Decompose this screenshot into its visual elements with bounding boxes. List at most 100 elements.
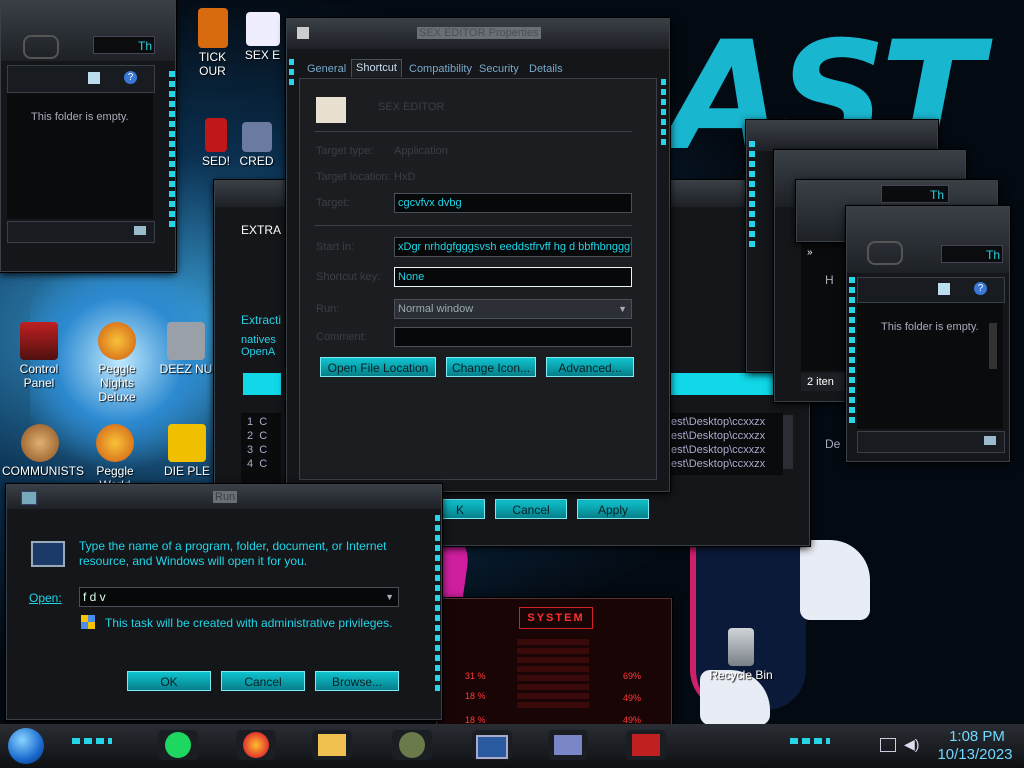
desktop-icon[interactable]: Peggle Nights Deluxe [82, 322, 152, 404]
window-title: SEX EDITOR Properties [417, 27, 541, 39]
comment-field[interactable] [394, 327, 632, 347]
list-item[interactable]: 4 C [247, 457, 275, 471]
vlc-icon [197, 8, 228, 48]
properties-window[interactable]: SEX EDITOR Properties General Shortcut C… [286, 18, 670, 492]
tab-compatibility[interactable]: Compatibility [405, 61, 476, 78]
ok-button[interactable]: K [435, 499, 485, 519]
tab-general[interactable]: General [303, 61, 350, 78]
run-title-icon [21, 491, 37, 505]
address-text: Th [138, 39, 153, 53]
desktop-icon[interactable]: SEX E [240, 12, 285, 62]
desktop-icon[interactable]: Peggle World [80, 424, 150, 492]
apply-button[interactable]: Apply [577, 499, 649, 519]
file-list[interactable]: 1 C 2 C 3 C 4 C [241, 413, 281, 485]
taskbar-app[interactable] [392, 730, 432, 760]
app-icon [241, 122, 272, 152]
title-bar[interactable]: Run [7, 485, 441, 509]
run-program-icon [31, 541, 65, 567]
title-bar[interactable] [747, 121, 937, 151]
desktop-icon[interactable]: CRED [234, 122, 279, 168]
shortcut-key-field[interactable]: None [394, 267, 632, 287]
start-in-field[interactable]: xDgr nrhdgfgggsvsh eeddstfrvff hg d bbfh… [394, 237, 632, 257]
list-item[interactable]: est\Desktop\ccxxzx [671, 457, 783, 471]
layout-icon[interactable] [938, 283, 950, 295]
desktop-icon[interactable]: Recycle Bin [706, 628, 776, 682]
explorer-window-right[interactable]: Th ? This folder is empty. [846, 206, 1010, 462]
volume-icon[interactable]: ◀) [904, 736, 919, 753]
taskbar-app[interactable] [472, 730, 512, 760]
spotify-icon [165, 732, 191, 758]
taskbar-app[interactable] [236, 730, 276, 760]
list-item[interactable]: est\Desktop\ccxxzx [671, 415, 783, 429]
open-file-location-button[interactable]: Open File Location [320, 357, 436, 377]
list-item[interactable]: est\Desktop\ccxxzx [671, 443, 783, 457]
advanced-button[interactable]: Advanced... [546, 357, 634, 377]
desktop-icon[interactable]: Control Panel [4, 322, 74, 390]
help-icon[interactable]: ? [124, 71, 137, 84]
title-bar[interactable]: SEX EDITOR Properties [287, 19, 669, 49]
path-list[interactable]: est\Desktop\ccxxzx est\Desktop\ccxxzx es… [671, 413, 783, 475]
address-bar[interactable]: Th [941, 245, 1003, 263]
layout-icon[interactable] [88, 72, 100, 84]
clock-date[interactable]: 10/13/2023 [928, 746, 1022, 763]
cancel-button[interactable]: Cancel [495, 499, 567, 519]
tab-security[interactable]: Security [475, 61, 523, 78]
scrollbar[interactable] [989, 323, 997, 369]
run-dialog[interactable]: Run Type the name of a program, folder, … [6, 484, 442, 720]
chevron-down-icon[interactable]: ▼ [385, 588, 394, 606]
taskbar-app[interactable] [312, 730, 352, 760]
address-bar[interactable]: Th [93, 36, 155, 54]
run-select[interactable]: Normal window ▼ [394, 299, 632, 319]
extract-title: EXTRA [241, 223, 282, 237]
desktop-icon-label: DEEZ NU [159, 362, 213, 376]
shortcut-key-label: Shortcut key: [316, 271, 381, 283]
nav-item[interactable]: De [825, 437, 840, 451]
chevron-right-icon[interactable]: » [807, 247, 813, 258]
explorer-window-left[interactable]: Th ? This folder is empty. [0, 0, 176, 272]
cyan-border-accent [661, 79, 666, 149]
address-bar[interactable]: Th [881, 185, 949, 203]
help-icon[interactable]: ? [974, 282, 987, 295]
cyan-border-accent [435, 515, 440, 695]
window-orb-icon [867, 241, 903, 265]
target-field[interactable]: cgcvfvx dvbg [394, 193, 632, 213]
cyan-border-accent [169, 71, 175, 231]
folder-content: This folder is empty. [7, 93, 153, 219]
list-item[interactable]: 2 C [247, 429, 275, 443]
wallpaper-shoe [800, 540, 870, 620]
open-combobox[interactable]: f d v ▼ [79, 587, 399, 607]
change-icon-button[interactable]: Change Icon... [446, 357, 536, 377]
view-icon[interactable] [134, 226, 146, 235]
row-number: 3 [247, 444, 254, 456]
desktop-icon[interactable]: SED! [196, 118, 236, 168]
nav-item[interactable]: H [825, 273, 834, 287]
clock-time[interactable]: 1:08 PM [934, 728, 1020, 745]
network-icon[interactable] [880, 738, 896, 752]
desktop-icon[interactable]: TICK OUR [190, 8, 235, 78]
taskbar-app[interactable] [158, 730, 198, 760]
divider [314, 225, 632, 226]
taskbar-app[interactable] [626, 730, 666, 760]
scrollbar[interactable] [783, 415, 793, 469]
system-gadget[interactable]: SYSTEM 31 % 18 % 18 % 69% 49% 49% [436, 598, 672, 730]
folder-stack-icon [167, 322, 205, 360]
start-in-label: Start in: [316, 241, 354, 253]
tab-details[interactable]: Details [525, 61, 567, 78]
folder-icon [318, 734, 346, 756]
desktop-icon[interactable]: DIE PLE [160, 424, 214, 478]
tab-shortcut[interactable]: Shortcut [351, 59, 402, 77]
list-item[interactable]: 3 C [247, 443, 275, 457]
list-item[interactable]: 1 C [247, 415, 275, 429]
start-orb-icon[interactable] [8, 728, 44, 764]
browse-button[interactable]: Browse... [315, 671, 399, 691]
comment-label: Comment: [316, 331, 367, 343]
ok-button[interactable]: OK [127, 671, 211, 691]
desktop-icon-label: SED! [201, 154, 230, 168]
taskbar-app[interactable] [548, 730, 588, 760]
status-bar [7, 221, 155, 243]
view-icon[interactable] [984, 436, 996, 445]
desktop-icon[interactable]: DEEZ NU [158, 322, 214, 376]
list-item[interactable]: est\Desktop\ccxxzx [671, 429, 783, 443]
cancel-button[interactable]: Cancel [221, 671, 305, 691]
desktop-icon[interactable]: COMMUNISTS [2, 424, 84, 478]
